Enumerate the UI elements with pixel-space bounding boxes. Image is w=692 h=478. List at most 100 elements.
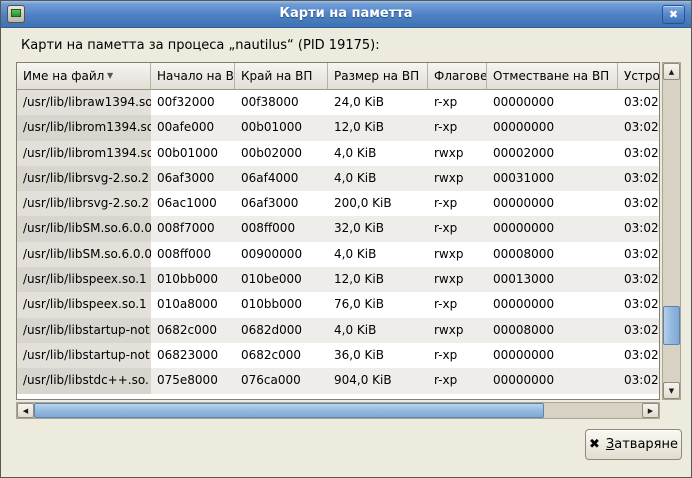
- scroll-up-button[interactable]: ▲: [663, 63, 680, 80]
- table-row[interactable]: /usr/lib/libspeex.so.1 010a8000 010bb000…: [17, 292, 659, 317]
- arrow-down-icon: ▼: [669, 387, 674, 395]
- cell-filename: /usr/lib/libspeex.so.1: [17, 292, 151, 317]
- scroll-right-button[interactable]: ▶: [642, 403, 659, 418]
- cell-vm-offset: 00000000: [487, 115, 618, 140]
- arrow-right-icon: ▶: [648, 407, 653, 415]
- cell-flags: rwxp: [428, 242, 487, 267]
- cell-vm-start: 00f32000: [151, 90, 235, 115]
- column-header-device[interactable]: Устройство: [618, 63, 659, 90]
- close-x-icon: ✖: [589, 437, 600, 452]
- cell-filename: /usr/lib/librsvg-2.so.2: [17, 166, 151, 191]
- titlebar[interactable]: Карти на паметта ✖: [1, 1, 691, 28]
- cell-vm-start: 010bb000: [151, 267, 235, 292]
- cell-filename: /usr/lib/librsvg-2.so.2: [17, 191, 151, 216]
- table-row[interactable]: /usr/lib/libraw1394.so 00f32000 00f38000…: [17, 90, 659, 115]
- column-header-vm-start[interactable]: Начало на ВП: [151, 63, 235, 90]
- cell-filename: /usr/lib/libstartup-not: [17, 318, 151, 343]
- cell-vm-start: 00afe000: [151, 115, 235, 140]
- vertical-scrollbar[interactable]: ▲ ▼: [662, 62, 681, 400]
- cell-filename: /usr/lib/libspeex.so.1: [17, 267, 151, 292]
- scroll-down-button[interactable]: ▼: [663, 382, 680, 399]
- window-close-button[interactable]: ✖: [662, 5, 685, 24]
- column-header-filename[interactable]: Име на файл ▼: [17, 63, 151, 90]
- cell-vm-size: 200,0 KiB: [328, 191, 428, 216]
- cell-vm-end: 010bb000: [235, 292, 328, 317]
- cell-device: 03:02: [618, 191, 659, 216]
- sort-descending-icon: ▼: [107, 63, 113, 89]
- cell-vm-offset: 00008000: [487, 242, 618, 267]
- close-icon: ✖: [669, 8, 678, 21]
- cell-device: 03:02: [618, 343, 659, 368]
- cell-vm-end: 0682d000: [235, 318, 328, 343]
- scroll-left-button[interactable]: ◀: [17, 403, 34, 418]
- cell-vm-size: 24,0 KiB: [328, 90, 428, 115]
- cell-filename: /usr/lib/librom1394.so: [17, 141, 151, 166]
- cell-vm-size: 12,0 KiB: [328, 115, 428, 140]
- cell-vm-size: 4,0 KiB: [328, 166, 428, 191]
- table-row[interactable]: /usr/lib/libstartup-not 0682c000 0682d00…: [17, 318, 659, 343]
- cell-vm-end: 010be000: [235, 267, 328, 292]
- cell-vm-offset: 00002000: [487, 141, 618, 166]
- window-title: Карти на паметта: [1, 6, 691, 21]
- cell-device: 03:02: [618, 216, 659, 241]
- column-header-label: Устройство: [624, 69, 659, 83]
- cell-vm-offset: 00000000: [487, 191, 618, 216]
- cell-vm-offset: 00000000: [487, 292, 618, 317]
- cell-vm-start: 06823000: [151, 343, 235, 368]
- cell-vm-size: 904,0 KiB: [328, 368, 428, 393]
- cell-vm-size: 36,0 KiB: [328, 343, 428, 368]
- cell-vm-offset: 00008000: [487, 318, 618, 343]
- cell-device: 03:02: [618, 115, 659, 140]
- cell-vm-size: 4,0 KiB: [328, 318, 428, 343]
- table-row[interactable]: /usr/lib/libstdc++.so. 075e8000 076ca000…: [17, 368, 659, 393]
- cell-filename: /usr/lib/librom1394.so: [17, 115, 151, 140]
- column-header-label: Име на файл: [23, 69, 104, 83]
- cell-vm-offset: 00013000: [487, 267, 618, 292]
- vertical-scrollbar-thumb[interactable]: [663, 306, 680, 345]
- cell-vm-start: 06af3000: [151, 166, 235, 191]
- cell-vm-end: 06af4000: [235, 166, 328, 191]
- cell-vm-start: 075e8000: [151, 368, 235, 393]
- horizontal-scrollbar[interactable]: ◀ ▶: [16, 402, 660, 419]
- close-button[interactable]: ✖ Затваряне: [585, 429, 682, 460]
- cell-vm-offset: 00031000: [487, 166, 618, 191]
- column-header-label: Размер на ВП: [334, 69, 419, 83]
- cell-flags: r-xp: [428, 216, 487, 241]
- column-header-flags[interactable]: Флагове: [428, 63, 487, 90]
- cell-vm-end: 00b02000: [235, 141, 328, 166]
- cell-vm-offset: 00000000: [487, 90, 618, 115]
- table-row[interactable]: /usr/lib/libSM.so.6.0.0 008ff000 0090000…: [17, 242, 659, 267]
- table-row[interactable]: /usr/lib/librsvg-2.so.2 06af3000 06af400…: [17, 166, 659, 191]
- table-row[interactable]: /usr/lib/libspeex.so.1 010bb000 010be000…: [17, 267, 659, 292]
- cell-vm-offset: 00000000: [487, 343, 618, 368]
- table-body: /usr/lib/libraw1394.so 00f32000 00f38000…: [17, 90, 659, 394]
- cell-vm-end: 008ff000: [235, 216, 328, 241]
- table-row[interactable]: /usr/lib/librom1394.so 00b01000 00b02000…: [17, 141, 659, 166]
- cell-flags: r-xp: [428, 191, 487, 216]
- cell-device: 03:02: [618, 90, 659, 115]
- cell-vm-start: 008ff000: [151, 242, 235, 267]
- horizontal-scrollbar-thumb[interactable]: [34, 403, 544, 418]
- cell-vm-size: 4,0 KiB: [328, 141, 428, 166]
- column-header-vm-end[interactable]: Край на ВП: [235, 63, 328, 90]
- table-row[interactable]: /usr/lib/libstartup-not 06823000 0682c00…: [17, 343, 659, 368]
- cell-device: 03:02: [618, 368, 659, 393]
- cell-vm-size: 76,0 KiB: [328, 292, 428, 317]
- cell-vm-start: 06ac1000: [151, 191, 235, 216]
- column-header-vm-offset[interactable]: Отместване на ВП: [487, 63, 618, 90]
- arrow-left-icon: ◀: [23, 407, 28, 415]
- column-header-vm-size[interactable]: Размер на ВП: [328, 63, 428, 90]
- cell-device: 03:02: [618, 166, 659, 191]
- cell-vm-end: 00f38000: [235, 90, 328, 115]
- cell-flags: r-xp: [428, 90, 487, 115]
- cell-vm-end: 00900000: [235, 242, 328, 267]
- cell-flags: rwxp: [428, 141, 487, 166]
- cell-vm-end: 076ca000: [235, 368, 328, 393]
- table-row[interactable]: /usr/lib/librom1394.so 00afe000 00b01000…: [17, 115, 659, 140]
- cell-vm-size: 32,0 KiB: [328, 216, 428, 241]
- table-row[interactable]: /usr/lib/libSM.so.6.0.0 008f7000 008ff00…: [17, 216, 659, 241]
- cell-filename: /usr/lib/libSM.so.6.0.0: [17, 216, 151, 241]
- process-maps-label: Карти на паметта за процеса „nautilus“ (…: [21, 38, 380, 53]
- column-header-label: Флагове: [434, 69, 487, 83]
- table-row[interactable]: /usr/lib/librsvg-2.so.2 06ac1000 06af300…: [17, 191, 659, 216]
